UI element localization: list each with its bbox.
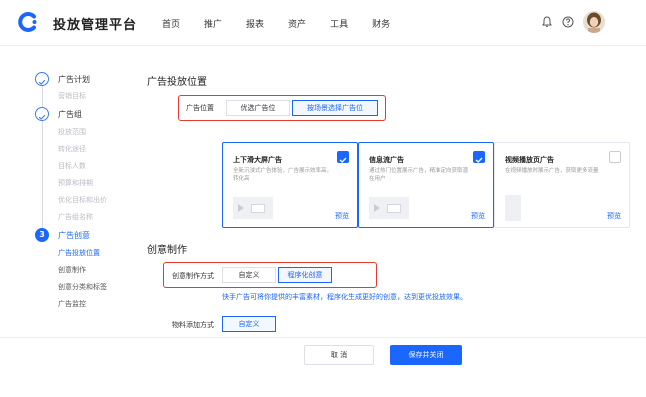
option-programmatic-creative[interactable]: 程序化创意 (278, 267, 332, 283)
card-description: 通过热门位置展示广告，精准定向获取潜在用户 (369, 168, 469, 182)
substep-monitoring[interactable]: 广告监控 (58, 299, 86, 309)
section-title-creative: 创意制作 (147, 245, 187, 256)
card-description: 全新沉浸式广告体验，广告展示效率高，转化高 (233, 168, 333, 182)
substep-marketing-goal[interactable]: 营销目标 (58, 91, 86, 101)
option-scene-placement[interactable]: 按场景选择广告位 (292, 100, 378, 116)
section-title-placement: 广告投放位置 (147, 77, 207, 88)
card-title: 信息流广告 (369, 156, 404, 164)
step-title-campaign[interactable]: 广告计划 (58, 74, 90, 85)
play-icon (374, 204, 380, 212)
creative-hint-text: 快手广告可将你提供的丰富素材，程序化生成更好的创意，达到更优投放效果。 (222, 293, 467, 301)
top-header: 投放管理平台 首页 推广 报表 资产 工具 财务 (0, 0, 646, 46)
card-description: 在视频播放时展示广告，获取更多流量 (505, 168, 599, 174)
nav-tools[interactable]: 工具 (330, 17, 348, 30)
substep-scope[interactable]: 投放范围 (58, 127, 86, 137)
substep-budget[interactable]: 预算和排期 (58, 178, 93, 188)
card-title: 上下滑大屏广告 (233, 156, 282, 164)
preview-link[interactable]: 预览 (335, 211, 349, 221)
placement-card-video-page[interactable]: 视频播放页广告 在视频播放时展示广告，获取更多流量 预览 (494, 142, 630, 228)
card-checkbox[interactable] (337, 151, 349, 163)
nav-reports[interactable]: 报表 (246, 17, 264, 30)
check-icon (38, 79, 46, 85)
preview-link[interactable]: 预览 (471, 211, 485, 221)
step-title-adgroup[interactable]: 广告组 (58, 109, 82, 120)
check-icon (38, 114, 46, 120)
card-checkbox[interactable] (473, 151, 485, 163)
step-active-marker: 3 (35, 228, 49, 242)
substep-conversion[interactable]: 转化途径 (58, 144, 86, 154)
nav-finance[interactable]: 财务 (372, 17, 390, 30)
video-icon (387, 204, 401, 213)
brand-name: 投放管理平台 (53, 18, 138, 33)
cancel-button[interactable]: 取 消 (304, 345, 374, 365)
option-material-custom[interactable]: 自定义 (222, 316, 276, 332)
nav-home[interactable]: 首页 (162, 17, 180, 30)
substep-bid[interactable]: 优化目标和出价 (58, 195, 107, 205)
substep-audience[interactable]: 目标人数 (58, 161, 86, 171)
substep-creative-making[interactable]: 创意制作 (58, 265, 86, 275)
nav-promote[interactable]: 推广 (204, 17, 222, 30)
user-avatar[interactable] (583, 11, 605, 33)
step-done-marker (35, 107, 49, 121)
video-thumbnail (369, 197, 409, 219)
substep-adgroup-name[interactable]: 广告组名称 (58, 212, 93, 222)
material-mode-label: 物料添加方式 (172, 321, 214, 329)
brand-logo-icon[interactable] (18, 11, 40, 33)
step-done-marker (35, 72, 49, 86)
option-preferred-placement[interactable]: 优选广告位 (226, 100, 290, 116)
video-thumbnail (233, 197, 273, 219)
creative-mode-label: 创意制作方式 (172, 272, 214, 280)
placement-card-fullscreen[interactable]: 上下滑大屏广告 全新沉浸式广告体验，广告展示效率高，转化高 预览 (222, 142, 358, 228)
check-icon (339, 157, 347, 163)
check-icon (475, 157, 483, 163)
substep-placement[interactable]: 广告投放位置 (58, 248, 100, 258)
video-thumbnail (505, 195, 521, 221)
placement-card-feed[interactable]: 信息流广告 通过热门位置展示广告，精准定向获取潜在用户 预览 (358, 142, 494, 228)
preview-link[interactable]: 预览 (607, 211, 621, 221)
step-connector (42, 121, 43, 228)
step-title-creative[interactable]: 广告创意 (58, 230, 90, 241)
help-icon[interactable] (561, 15, 575, 29)
video-icon (251, 204, 265, 213)
save-close-button[interactable]: 保存并关闭 (390, 345, 462, 365)
nav-assets[interactable]: 资产 (288, 17, 306, 30)
placement-label: 广告位置 (186, 104, 214, 112)
option-custom-creative[interactable]: 自定义 (222, 267, 276, 283)
play-icon (238, 204, 244, 212)
substep-category-tags[interactable]: 创意分类和标签 (58, 282, 107, 292)
main-nav: 首页 推广 报表 资产 工具 财务 (162, 17, 414, 30)
card-title: 视频播放页广告 (505, 156, 554, 164)
card-checkbox[interactable] (609, 151, 621, 163)
bell-icon[interactable] (540, 15, 554, 29)
